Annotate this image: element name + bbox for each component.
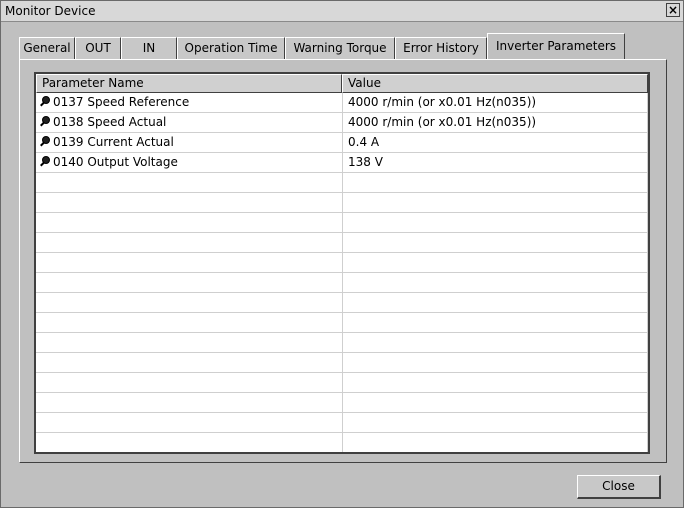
empty-row — [36, 273, 648, 293]
parameter-name-cell: 0137 Speed Reference — [36, 93, 342, 112]
tab-label: Warning Torque — [293, 41, 387, 55]
tab-label: Error History — [403, 41, 479, 55]
window-close-icon[interactable]: × — [666, 3, 680, 17]
tab-panel: Parameter Name Value 0137 Speed Referenc… — [19, 59, 667, 463]
empty-row — [36, 173, 648, 193]
parameter-name: 0137 Speed Reference — [53, 95, 190, 109]
list-rows: 0137 Speed Reference 4000 r/min (or x0.0… — [36, 93, 648, 452]
column-header-extra[interactable] — [648, 74, 650, 93]
parameter-icon — [40, 136, 51, 147]
empty-row — [36, 253, 648, 273]
parameter-value: 4000 r/min (or x0.01 Hz(n035)) — [348, 95, 537, 109]
tab-label: Operation Time — [184, 41, 278, 55]
tab-out[interactable]: OUT — [75, 37, 121, 59]
empty-row — [36, 213, 648, 233]
parameter-icon — [40, 156, 51, 167]
parameter-icon — [40, 116, 51, 127]
tab-operation-time[interactable]: Operation Time — [177, 37, 285, 59]
empty-row — [36, 393, 648, 413]
close-button[interactable]: Close — [577, 475, 661, 499]
list-header: Parameter Name Value — [36, 74, 648, 93]
parameter-name: 0138 Speed Actual — [53, 115, 167, 129]
monitor-device-window: Monitor Device × General OUT IN Operatio… — [0, 0, 684, 508]
window-title: Monitor Device — [5, 4, 96, 18]
tab-in[interactable]: IN — [121, 37, 177, 59]
tab-warning-torque[interactable]: Warning Torque — [285, 37, 395, 59]
parameter-value: 0.4 A — [348, 135, 380, 149]
empty-row — [36, 433, 648, 452]
column-header-value[interactable]: Value — [342, 74, 648, 93]
empty-row — [36, 413, 648, 433]
title-bar[interactable]: Monitor Device × — [1, 1, 683, 22]
tab-label: General — [23, 41, 71, 55]
tab-error-history[interactable]: Error History — [395, 37, 487, 59]
tab-label: IN — [142, 41, 156, 55]
tab-label: Inverter Parameters — [495, 39, 617, 53]
table-row[interactable]: 0140 Output Voltage 138 V — [36, 153, 648, 173]
parameter-value: 4000 r/min (or x0.01 Hz(n035)) — [348, 115, 537, 129]
parameter-name-cell: 0139 Current Actual — [36, 133, 342, 152]
parameter-name: 0139 Current Actual — [53, 135, 174, 149]
table-row[interactable]: 0138 Speed Actual 4000 r/min (or x0.01 H… — [36, 113, 648, 133]
empty-row — [36, 233, 648, 253]
tab-label: OUT — [85, 41, 111, 55]
empty-row — [36, 373, 648, 393]
empty-row — [36, 313, 648, 333]
parameter-icon — [40, 96, 51, 107]
table-row[interactable]: 0139 Current Actual 0.4 A — [36, 133, 648, 153]
empty-row — [36, 193, 648, 213]
parameter-name-cell: 0140 Output Voltage — [36, 153, 342, 172]
parameter-name-cell: 0138 Speed Actual — [36, 113, 342, 132]
tab-inverter-parameters[interactable]: Inverter Parameters — [487, 33, 625, 59]
empty-row — [36, 293, 648, 313]
empty-row — [36, 333, 648, 353]
empty-row — [36, 353, 648, 373]
tab-general[interactable]: General — [19, 37, 75, 59]
parameter-name: 0140 Output Voltage — [53, 155, 178, 169]
parameter-value: 138 V — [348, 155, 383, 169]
table-row[interactable]: 0137 Speed Reference 4000 r/min (or x0.0… — [36, 93, 648, 113]
column-header-parameter-name[interactable]: Parameter Name — [36, 74, 342, 93]
parameter-list[interactable]: Parameter Name Value 0137 Speed Referenc… — [34, 72, 650, 454]
